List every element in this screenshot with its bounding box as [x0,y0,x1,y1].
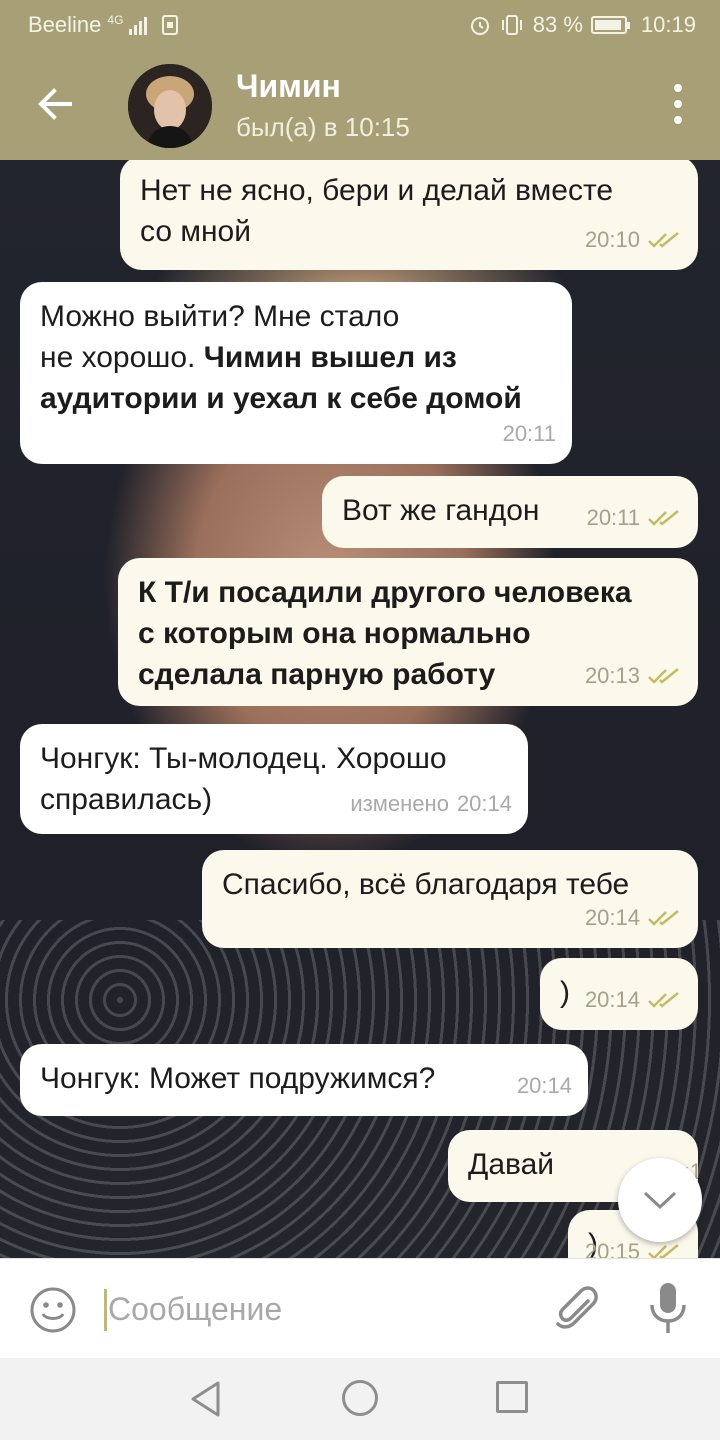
chat-header: Чимин был(а) в 10:15 [0,48,720,160]
smile-icon[interactable] [28,1285,78,1335]
message-text: Чонгук: Может подружимся? [40,1062,436,1095]
nav-recent-apps-icon[interactable] [496,1381,528,1413]
chat-area[interactable]: Нет не ясно, бери и делай вместе со мной… [0,160,720,1258]
message-input-bar [0,1258,720,1358]
scroll-to-bottom-button[interactable] [618,1158,702,1242]
message-time: 20:14 [516,1073,572,1098]
message-edited-label: изменено [350,791,449,816]
message-incoming[interactable]: Чонгук: Ты-молодец. Хорошо справилась) и… [20,724,528,834]
message-time: 20:14 [456,791,512,816]
message-time: 20:10 [584,227,640,252]
carrier-label: Beeline [28,12,102,37]
paperclip-icon[interactable] [552,1283,602,1335]
nav-home-icon[interactable] [342,1380,378,1416]
double-check-icon [648,509,679,526]
system-navigation-bar [0,1358,720,1440]
double-check-icon [648,909,679,926]
chevron-down-icon [643,1191,677,1210]
message-outgoing[interactable]: Вот же гандон 20:11 [322,476,698,548]
sim-icon [162,15,179,35]
message-outgoing[interactable]: Спасибо, всё благодаря тебе 20:14 [202,850,698,948]
alarm-icon [470,17,489,35]
signal-icon [129,15,148,35]
message-time: 20:14 [584,987,640,1012]
text-cursor [104,1289,107,1331]
message-action-text: К Т/и посадили другого человека с которы… [138,576,632,691]
message-outgoing[interactable]: Нет не ясно, бери и делай вместе со мной… [120,160,698,270]
battery-icon [590,16,630,34]
message-time: 20:14 [584,905,640,930]
message-input[interactable] [108,1283,528,1335]
arrow-left-icon[interactable] [30,80,78,128]
message-time: 20:11 [502,421,556,446]
message-time: 20:13 [584,663,640,688]
contact-name[interactable]: Чимин [236,68,341,105]
nav-back-icon[interactable] [188,1380,224,1418]
battery-percent: 83 % [532,12,583,37]
message-time: 20:11 [586,505,640,530]
message-incoming[interactable]: Чонгук: Может подружимся? 20:14 [20,1044,588,1116]
double-check-icon [648,1243,679,1258]
last-seen-status: был(а) в 10:15 [236,112,410,142]
double-check-icon [648,991,679,1008]
double-check-icon [648,667,679,684]
message-outgoing[interactable]: К Т/и посадили другого человека с которы… [118,558,698,706]
microphone-icon[interactable] [646,1281,690,1337]
message-outgoing[interactable]: ) 20:14 [540,958,698,1030]
more-vertical-icon[interactable] [666,84,690,124]
avatar[interactable] [128,64,212,148]
vibrate-icon [501,15,522,35]
network-type-label: 4G [107,13,124,27]
status-bar: Beeline 4G 83 % 10:19 [0,0,720,48]
double-check-icon [648,231,679,248]
message-time: 20:15 [584,1239,640,1258]
message-incoming[interactable]: Можно выйти? Мне стало не хорошо. Чимин … [20,282,572,464]
clock: 10:19 [640,12,696,37]
